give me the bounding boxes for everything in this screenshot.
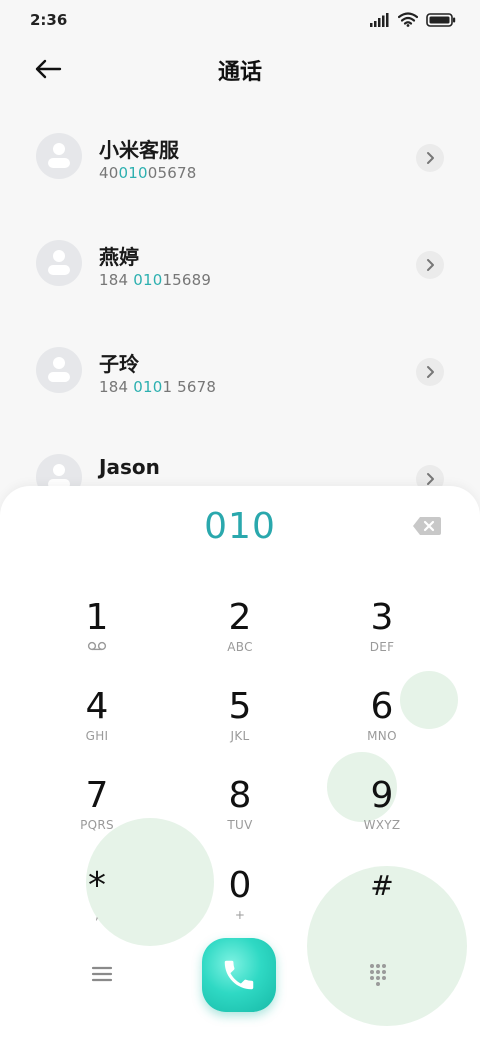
key-1[interactable]: 1 — [37, 598, 157, 678]
dialpad-sheet: 010 1 2 ABC 3 DEF 4 GHI 5 JKL 6 MNO 7 PQ… — [0, 486, 480, 1040]
contact-name: 燕婷 — [99, 245, 139, 269]
key-6[interactable]: 6 MNO — [322, 687, 442, 767]
status-bar: 2:36 — [0, 0, 480, 40]
call-button[interactable] — [202, 938, 276, 1012]
battery-icon — [426, 12, 456, 27]
header: 通话 — [0, 44, 480, 96]
wifi-icon — [398, 12, 418, 27]
status-time: 2:36 — [30, 11, 68, 29]
contact-detail-button[interactable] — [416, 251, 444, 279]
phone-icon — [224, 960, 254, 990]
avatar — [36, 347, 82, 393]
key-9[interactable]: 9 WXYZ — [322, 776, 442, 856]
chevron-right-icon — [427, 259, 434, 271]
contact-name: 小米客服 — [99, 138, 179, 162]
chevron-right-icon — [427, 366, 434, 378]
key-star[interactable]: * , — [37, 866, 157, 946]
menu-button[interactable] — [88, 960, 116, 988]
contact-detail-button[interactable] — [416, 358, 444, 386]
avatar — [36, 240, 82, 286]
key-4[interactable]: 4 GHI — [37, 687, 157, 767]
menu-icon — [91, 966, 113, 982]
contact-number: 4001005678 — [99, 164, 197, 182]
key-8[interactable]: 8 TUV — [180, 776, 300, 856]
contact-row[interactable]: 小米客服 4001005678 — [0, 104, 480, 211]
chevron-right-icon — [427, 473, 434, 485]
key-7[interactable]: 7 PQRS — [37, 776, 157, 856]
key-hash[interactable]: # — [322, 866, 442, 946]
avatar — [36, 133, 82, 179]
page-title: 通话 — [217, 60, 262, 85]
dialpad-toggle-button[interactable] — [366, 962, 390, 986]
chevron-right-icon — [427, 152, 434, 164]
key-0[interactable]: 0 + — [180, 866, 300, 946]
dialpad-icon — [370, 964, 386, 986]
key-3[interactable]: 3 DEF — [322, 598, 442, 678]
key-5[interactable]: 5 JKL — [180, 687, 300, 767]
contact-row[interactable]: 燕婷 184 01015689 — [0, 211, 480, 318]
voicemail-icon — [87, 641, 107, 651]
contact-number: 184 01015689 — [99, 271, 212, 289]
backspace-button[interactable] — [412, 516, 442, 538]
contact-name: Jason — [99, 455, 160, 479]
contact-detail-button[interactable] — [416, 144, 444, 172]
backspace-icon — [413, 517, 441, 535]
status-icons — [370, 12, 456, 27]
contact-list: 小米客服 4001005678 燕婷 184 01015689 子玲 184 0… — [0, 104, 480, 532]
contact-name: 子玲 — [99, 352, 139, 376]
dialed-number: 010 — [204, 506, 276, 547]
signal-icon — [370, 12, 389, 27]
key-2[interactable]: 2 ABC — [180, 598, 300, 678]
contact-number: 184 0101 5678 — [99, 378, 217, 396]
contact-row[interactable]: 子玲 184 0101 5678 — [0, 318, 480, 425]
